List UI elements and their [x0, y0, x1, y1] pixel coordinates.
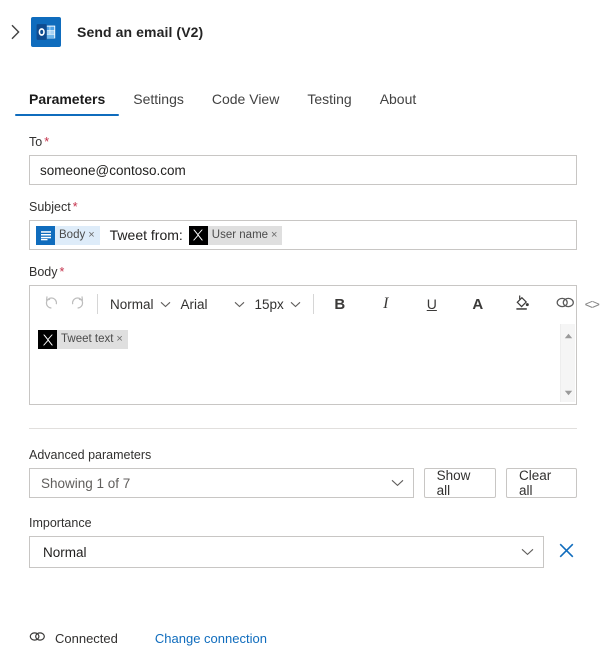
token-body-text: Body [59, 228, 86, 241]
body-scrollbar[interactable] [560, 324, 575, 402]
field-body: Body * Normal Arial 15px B I U A <> Twee… [29, 265, 600, 405]
undo-button[interactable] [38, 291, 64, 317]
insert-link-button[interactable] [553, 291, 579, 317]
field-to: To * someone@contoso.com [29, 135, 577, 185]
token-body[interactable]: Body × [36, 225, 100, 245]
link-chain-icon [29, 629, 46, 647]
tab-code-view[interactable]: Code View [198, 91, 293, 116]
parameters-form: To * someone@contoso.com Subject * Body × T… [0, 135, 606, 405]
text-style-value: Normal [110, 296, 154, 312]
importance-value: Normal [43, 544, 87, 560]
font-color-button[interactable]: A [465, 291, 491, 317]
scroll-down-arrow-icon[interactable] [564, 384, 573, 399]
highlight-icon [513, 294, 530, 314]
to-label-text: To [29, 135, 43, 149]
outlook-icon [31, 16, 61, 47]
underline-button[interactable]: U [419, 291, 445, 317]
expand-collapse-button[interactable] [4, 20, 26, 44]
subject-required-asterisk: * [72, 200, 78, 214]
subject-static-text: Tweet from: [109, 227, 183, 243]
text-style-dropdown[interactable]: Normal [105, 291, 176, 317]
change-connection-link[interactable]: Change connection [155, 631, 267, 646]
font-size-value: 15px [254, 296, 284, 312]
importance-label: Importance [29, 516, 92, 530]
advanced-parameters-label: Advanced parameters [29, 448, 152, 462]
token-user-name-remove[interactable]: × [271, 229, 277, 241]
advanced-parameters-value: Showing 1 of 7 [41, 475, 131, 491]
editor-toolbar: Normal Arial 15px B I U A <> [30, 286, 600, 322]
chevron-down-icon [391, 479, 404, 487]
x-twitter-icon [38, 330, 57, 349]
token-tweet-text-remove[interactable]: × [116, 333, 122, 345]
to-label: To * [29, 135, 577, 149]
token-tweet-text[interactable]: Tweet text × [38, 330, 128, 349]
subject-input[interactable]: Body × Tweet from: User name × [29, 220, 577, 250]
italic-button[interactable]: I [373, 291, 399, 317]
tab-bar: Parameters Settings Code View Testing Ab… [0, 76, 606, 116]
advanced-parameters-section: Advanced parameters Showing 1 of 7 Show … [0, 448, 606, 498]
font-size-dropdown[interactable]: 15px [250, 291, 306, 317]
undo-icon [44, 295, 59, 313]
code-view-button[interactable]: <> [579, 291, 605, 317]
advanced-parameters-row: Showing 1 of 7 Show all Clear all [29, 468, 577, 498]
chevron-down-icon [290, 301, 301, 308]
token-body-remove[interactable]: × [88, 229, 94, 241]
rich-text-editor: Normal Arial 15px B I U A <> Tweet text … [29, 285, 600, 405]
to-input[interactable]: someone@contoso.com [29, 155, 577, 185]
action-header: Send an email (V2) [0, 0, 606, 52]
chevron-down-icon [521, 548, 534, 556]
subject-label: Subject * [29, 200, 577, 214]
importance-row: Normal [29, 536, 577, 568]
token-body-label: Body × [55, 225, 100, 245]
redo-icon [70, 295, 85, 313]
body-label-text: Body [29, 265, 58, 279]
body-content-area[interactable]: Tweet text × [30, 322, 576, 404]
x-twitter-icon [188, 225, 208, 245]
scroll-up-arrow-icon[interactable] [564, 327, 573, 342]
show-all-button[interactable]: Show all [423, 468, 496, 498]
font-family-value: Arial [180, 296, 208, 312]
field-subject: Subject * Body × Tweet from: User name × [29, 200, 577, 250]
tab-settings[interactable]: Settings [119, 91, 198, 116]
token-tweet-text-text: Tweet text [61, 333, 114, 345]
advanced-parameters-dropdown[interactable]: Showing 1 of 7 [29, 468, 414, 498]
clear-all-button[interactable]: Clear all [505, 468, 577, 498]
font-family-dropdown[interactable]: Arial [176, 291, 250, 317]
connection-footer: Connected Change connection [29, 629, 267, 647]
link-icon [556, 296, 575, 312]
clear-importance-button[interactable] [556, 541, 577, 563]
chevron-down-icon [160, 301, 171, 308]
tab-testing[interactable]: Testing [293, 91, 365, 116]
body-lines-icon [36, 225, 55, 245]
bold-button[interactable]: B [327, 291, 353, 317]
highlight-color-button[interactable] [509, 291, 535, 317]
tab-parameters[interactable]: Parameters [15, 91, 120, 116]
to-required-asterisk: * [44, 135, 50, 149]
token-tweet-text-label: Tweet text × [57, 330, 128, 349]
close-x-icon [558, 542, 575, 562]
redo-button[interactable] [64, 291, 90, 317]
chevron-right-icon [10, 24, 21, 40]
to-input-value: someone@contoso.com [40, 162, 186, 178]
importance-dropdown[interactable]: Normal [29, 536, 544, 568]
subject-label-text: Subject [29, 200, 71, 214]
importance-section: Importance Normal [0, 516, 606, 568]
toolbar-divider-1 [97, 294, 98, 314]
body-required-asterisk: * [59, 265, 65, 279]
chevron-down-icon [234, 301, 245, 308]
tab-about[interactable]: About [366, 91, 431, 116]
body-label: Body * [29, 265, 577, 279]
token-user-name[interactable]: User name × [188, 225, 283, 245]
connection-status: Connected [55, 630, 118, 646]
toolbar-divider-2 [312, 294, 314, 314]
token-user-name-text: User name [211, 228, 269, 241]
page-title: Send an email (V2) [77, 23, 204, 40]
section-divider [29, 428, 577, 429]
token-user-name-label: User name × [207, 225, 283, 245]
